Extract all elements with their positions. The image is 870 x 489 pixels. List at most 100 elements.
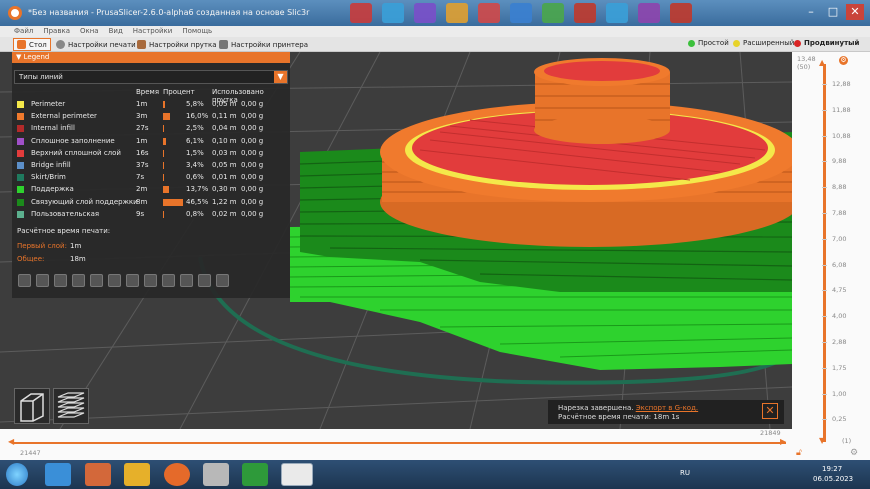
- color-changes-toggle-icon[interactable]: [126, 274, 139, 287]
- legend-row-percent: 13,7%: [186, 185, 209, 194]
- close-button[interactable]: ✕: [846, 4, 864, 20]
- lower-thumb-icon[interactable]: ▼: [819, 436, 825, 445]
- app-icon[interactable]: [85, 463, 111, 486]
- move-track[interactable]: [12, 442, 786, 444]
- firefox-icon[interactable]: [164, 463, 190, 486]
- mode-simple[interactable]: Простой: [688, 39, 729, 47]
- view-type-select[interactable]: Типы линий ▼: [14, 70, 288, 84]
- right-thumb-icon[interactable]: ▶: [780, 437, 786, 446]
- shortcut-icon[interactable]: [606, 3, 628, 23]
- legend-row-name: Perimeter: [31, 100, 66, 108]
- legend-row-length: 0,03 m: [212, 148, 237, 157]
- shortcut-icon[interactable]: [382, 3, 404, 23]
- app-icon[interactable]: [124, 463, 150, 486]
- travel-toggle-icon[interactable]: [18, 274, 31, 287]
- seams-toggle-icon[interactable]: [90, 274, 103, 287]
- layer-tick-mark: [822, 264, 827, 266]
- layer-tick-mark: [822, 187, 827, 189]
- shortcut-icon[interactable]: [510, 3, 532, 23]
- mode-advanced[interactable]: Расширенный: [733, 39, 794, 47]
- view-3d-button[interactable]: [14, 388, 50, 424]
- move-slider[interactable]: 21849 ◀ ▶ 21447: [0, 429, 792, 460]
- retractions-toggle-icon[interactable]: [54, 274, 67, 287]
- shortcut-icon[interactable]: [350, 3, 372, 23]
- legend-row[interactable]: Perimeter 1m 5,8% 0,05 m 0,00 g: [12, 99, 290, 111]
- deretractions-toggle-icon[interactable]: [72, 274, 85, 287]
- menu-window[interactable]: Окна: [80, 26, 99, 37]
- percent-bar: [163, 210, 164, 218]
- settings-icon[interactable]: ⚙: [850, 448, 858, 458]
- minimize-button[interactable]: –: [802, 4, 820, 20]
- legend-row-weight: 0,00 g: [241, 185, 264, 194]
- language-indicator[interactable]: RU: [680, 469, 690, 477]
- percent-bar: [163, 125, 165, 133]
- app-icon[interactable]: [242, 463, 268, 486]
- legend-row-time: 7s: [136, 173, 145, 182]
- mode-expert[interactable]: Продвинутый: [794, 39, 859, 47]
- legend-row-weight: 0,00 g: [241, 161, 264, 169]
- menu-edit[interactable]: Правка: [43, 26, 70, 37]
- legend-row[interactable]: Skirt/Brim 7s 0,6% 0,01 m 0,00 g: [12, 172, 290, 184]
- prusaslicer-taskbar-icon[interactable]: [281, 463, 313, 486]
- clock-date[interactable]: 06.05.2023: [813, 475, 853, 483]
- legend-header[interactable]: ▼ Legend: [12, 52, 290, 63]
- tool-changes-toggle-icon[interactable]: [108, 274, 121, 287]
- legend-row-percent: 5,8%: [186, 100, 204, 108]
- top-layer-number: (50): [797, 63, 811, 71]
- color-swatch: [17, 137, 24, 145]
- legend-row[interactable]: Верхний сплошной слой 16s 1,5% 0,03 m 0,00 g: [12, 148, 290, 160]
- shortcut-icon[interactable]: [542, 3, 564, 23]
- chevron-down-icon[interactable]: ▼: [274, 71, 287, 83]
- menu-file[interactable]: Файл: [14, 26, 33, 37]
- layer-tick-label: 7,88: [832, 209, 847, 217]
- legend-row[interactable]: Internal infill 27s 2,5% 0,04 m 0,00 g: [12, 123, 290, 135]
- clock-time[interactable]: 19:27: [822, 465, 842, 473]
- start-icon[interactable]: [6, 463, 28, 486]
- shortcut-icon[interactable]: [670, 3, 692, 23]
- pause-prints-toggle-icon[interactable]: [144, 274, 157, 287]
- center-of-gravity-toggle-icon[interactable]: [180, 274, 193, 287]
- shortcut-icon[interactable]: [414, 3, 436, 23]
- menu-view[interactable]: Вид: [109, 26, 123, 37]
- menu-help[interactable]: Помощь: [182, 26, 212, 37]
- percent-bar: [163, 101, 166, 108]
- legend-row-time: 9s: [136, 209, 145, 218]
- layer-slider[interactable]: 13,48 (50) ⚙ ▲ ▼ 12,88 11,88 10,88 9,88 8,88…: [792, 52, 870, 460]
- view-layers-button[interactable]: [53, 388, 89, 424]
- shortcut-icon[interactable]: [638, 3, 660, 23]
- legend-row[interactable]: Связующий слой поддержки 8m 46,5% 1,22 m 0,0…: [12, 197, 290, 209]
- shortcut-icon[interactable]: [478, 3, 500, 23]
- app-icon[interactable]: [203, 463, 229, 486]
- tab-filament-settings[interactable]: Настройки прутка: [134, 38, 220, 51]
- cog-icon[interactable]: ⚙: [839, 56, 848, 65]
- export-gcode-link[interactable]: Экспорт в G-код.: [636, 404, 698, 412]
- left-thumb-icon[interactable]: ◀: [8, 437, 14, 446]
- legend-row[interactable]: External perimeter 3m 16,0% 0,11 m 0,00 g: [12, 111, 290, 123]
- upper-thumb-icon[interactable]: ▲: [819, 58, 825, 67]
- legend-row[interactable]: Пользовательская 9s 0,8% 0,02 m 0,00 g: [12, 209, 290, 221]
- custom-gcodes-toggle-icon[interactable]: [162, 274, 175, 287]
- layer-tick-mark: [822, 342, 827, 343]
- shells-toggle-icon[interactable]: [198, 274, 211, 287]
- close-icon[interactable]: ✕: [762, 403, 778, 419]
- mode-dot-icon: [733, 39, 740, 47]
- explorer-icon[interactable]: [45, 463, 71, 486]
- layer-tick-label: 4,75: [832, 286, 847, 295]
- maximize-button[interactable]: □: [824, 4, 842, 20]
- menu-settings[interactable]: Настройки: [133, 26, 173, 37]
- slider-track[interactable]: [823, 64, 826, 442]
- legend-row[interactable]: Bridge infill 37s 3,4% 0,05 m 0,00 g: [12, 160, 290, 172]
- color-swatch: [17, 125, 24, 133]
- shortcut-icon[interactable]: [574, 3, 596, 23]
- tab-print-settings[interactable]: Настройки печати: [53, 38, 139, 51]
- legend-row[interactable]: Поддержка 2m 13,7% 0,30 m 0,00 g: [12, 184, 290, 196]
- tab-printer-settings[interactable]: Настройки принтера: [216, 38, 311, 51]
- shortcut-icon[interactable]: [446, 3, 468, 23]
- wipe-toggle-icon[interactable]: [36, 274, 49, 287]
- legend-row-percent: 2,5%: [186, 124, 204, 133]
- tool-marker-toggle-icon[interactable]: [216, 274, 229, 287]
- tab-plater[interactable]: Стол: [13, 38, 51, 51]
- unlock-icon[interactable]: 🔓︎: [796, 448, 802, 458]
- legend-row-length: 0,04 m: [212, 124, 237, 133]
- legend-row[interactable]: Сплошное заполнение 1m 6,1% 0,10 m 0,00 g: [12, 136, 290, 148]
